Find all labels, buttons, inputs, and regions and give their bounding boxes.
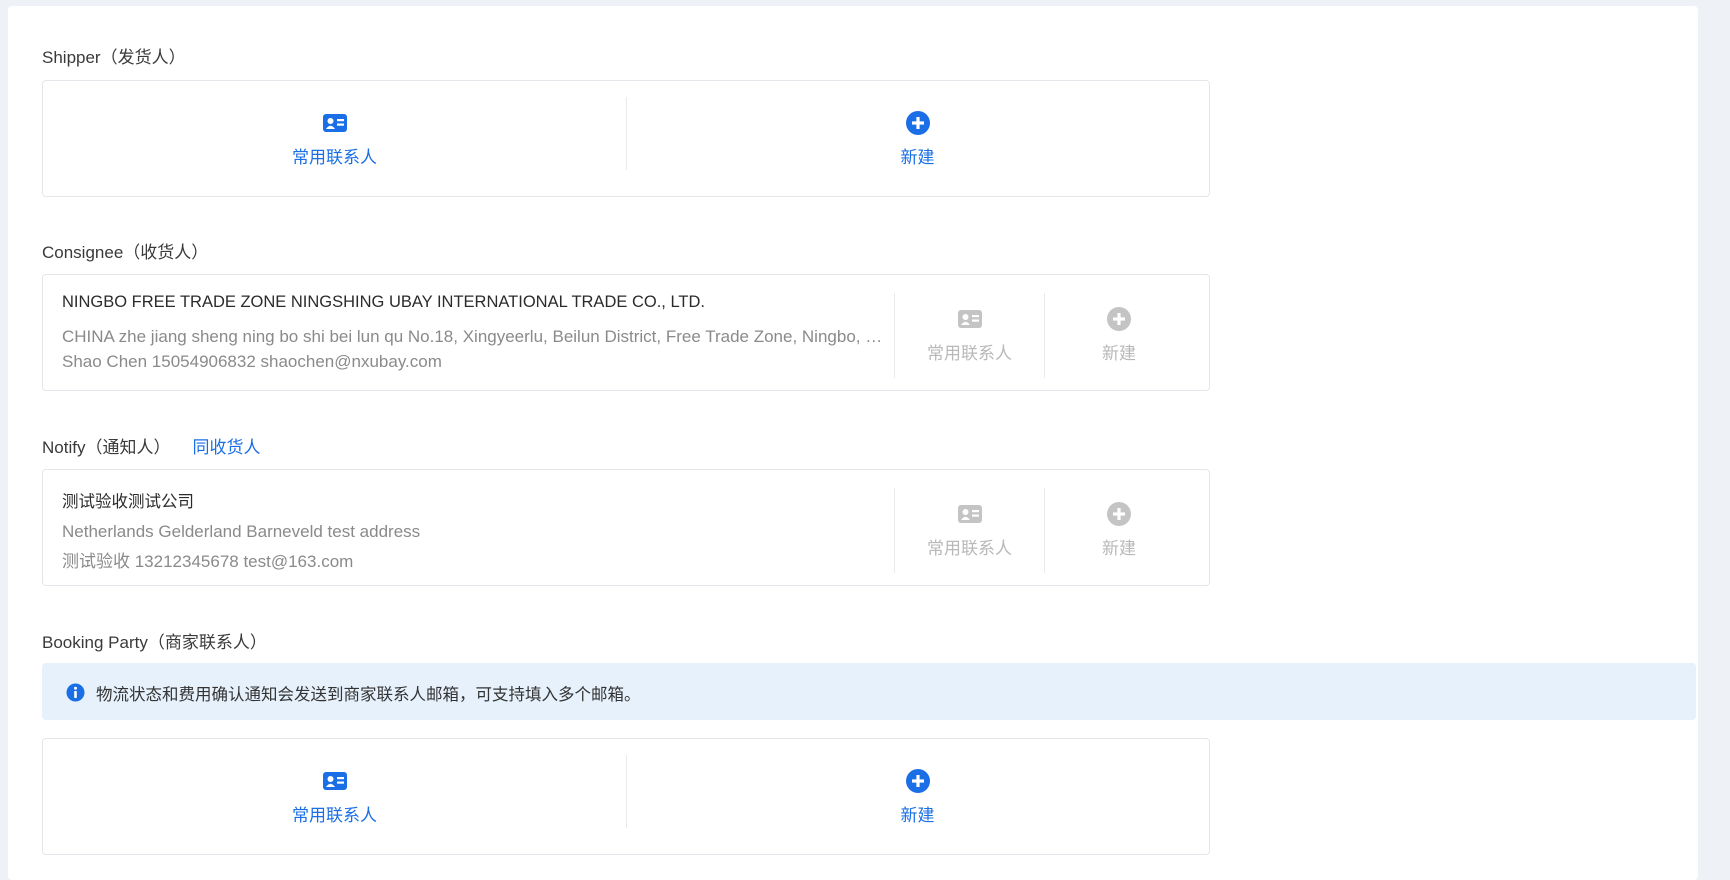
plus-circle-icon <box>905 111 930 135</box>
shipper-new-button[interactable]: 新建 <box>626 81 1209 196</box>
plus-circle-icon <box>1107 502 1131 526</box>
notify-company: 测试验收测试公司 <box>62 493 194 511</box>
contact-card-icon <box>957 310 982 328</box>
consignee-new-label: 新建 <box>1102 344 1136 363</box>
notify-card: 测试验收测试公司 Netherlands Gelderland Barnevel… <box>42 469 1210 586</box>
notify-label: Notify（通知人） <box>42 438 171 457</box>
booking-party-notice-text: 物流状态和费用确认通知会发送到商家联系人邮箱，可支持填入多个邮箱。 <box>96 686 641 704</box>
contacts-panel: Shipper（发货人） 常用联系人 新建 Consignee（收货人） NIN… <box>8 6 1698 880</box>
contact-card-icon <box>322 114 347 132</box>
plus-circle-icon <box>1107 307 1131 331</box>
notify-address: Netherlands Gelderland Barneveld test ad… <box>62 522 421 541</box>
plus-circle-icon <box>905 769 930 793</box>
shipper-new-label: 新建 <box>900 148 935 167</box>
consignee-section-label: Consignee（收货人） <box>42 243 209 262</box>
contact-card-icon <box>957 505 982 523</box>
booking-party-frequent-contacts-button[interactable]: 常用联系人 <box>43 739 626 854</box>
booking-party-new-label: 新建 <box>900 806 935 825</box>
shipper-frequent-contacts-button[interactable]: 常用联系人 <box>43 81 626 196</box>
consignee-card: NINGBO FREE TRADE ZONE NINGSHING UBAY IN… <box>42 274 1210 391</box>
shipper-card: 常用联系人 新建 <box>42 80 1210 197</box>
notify-frequent-contacts-button[interactable]: 常用联系人 <box>895 470 1044 585</box>
notify-contact: 测试验收 13212345678 test@163.com <box>62 552 354 571</box>
same-as-consignee-link[interactable]: 同收货人 <box>192 438 260 457</box>
consignee-contact: Shao Chen 15054906832 shaochen@nxubay.co… <box>62 352 442 371</box>
booking-party-notice: 物流状态和费用确认通知会发送到商家联系人邮箱，可支持填入多个邮箱。 <box>42 663 1696 720</box>
booking-party-card: 常用联系人 新建 <box>42 738 1210 855</box>
consignee-frequent-contacts-label: 常用联系人 <box>927 344 1012 363</box>
contact-card-icon <box>322 772 347 790</box>
booking-party-section-label: Booking Party（商家联系人） <box>42 633 267 652</box>
consignee-new-button[interactable]: 新建 <box>1045 275 1193 390</box>
info-icon <box>66 683 85 702</box>
consignee-frequent-contacts-button[interactable]: 常用联系人 <box>895 275 1044 390</box>
consignee-company: NINGBO FREE TRADE ZONE NINGSHING UBAY IN… <box>62 293 705 311</box>
shipper-frequent-contacts-label: 常用联系人 <box>292 148 377 167</box>
notify-new-label: 新建 <box>1102 539 1136 558</box>
shipper-section-label: Shipper（发货人） <box>42 48 186 67</box>
booking-party-frequent-contacts-label: 常用联系人 <box>292 806 377 825</box>
consignee-address: CHINA zhe jiang sheng ning bo shi bei lu… <box>62 327 892 346</box>
booking-party-new-button[interactable]: 新建 <box>626 739 1209 854</box>
notify-frequent-contacts-label: 常用联系人 <box>927 539 1012 558</box>
notify-section-label: Notify（通知人） 同收货人 <box>42 433 260 458</box>
notify-new-button[interactable]: 新建 <box>1045 470 1193 585</box>
